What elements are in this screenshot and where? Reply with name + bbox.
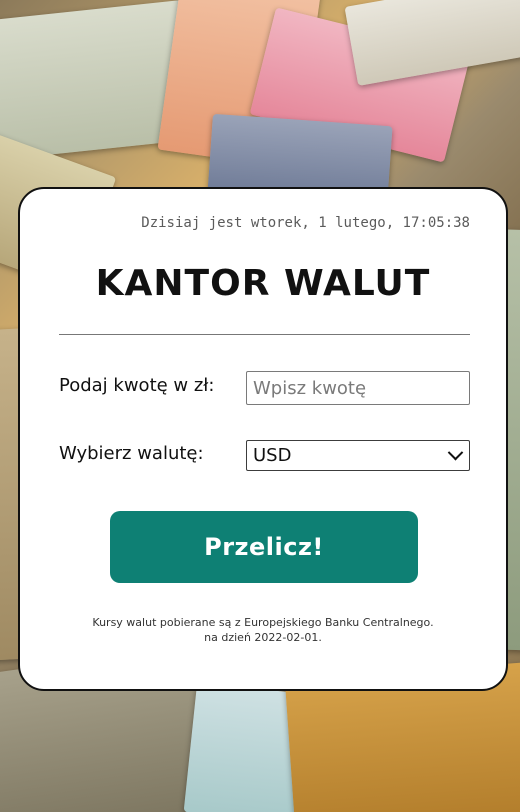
- rates-source-note: Kursy walut pobierane są z Europejskiego…: [20, 615, 506, 645]
- amount-label: Podaj kwotę w zł:: [59, 375, 215, 396]
- currency-selected-value: USD: [253, 445, 292, 466]
- rates-date-line: na dzień 2022-02-01.: [204, 631, 322, 644]
- converter-card: Dzisiaj jest wtorek, 1 lutego, 17:05:38 …: [18, 187, 508, 691]
- currency-label: Wybierz walutę:: [59, 443, 204, 464]
- rates-source-line: Kursy walut pobierane są z Europejskiego…: [92, 616, 434, 629]
- current-datetime: Dzisiaj jest wtorek, 1 lutego, 17:05:38: [141, 215, 470, 231]
- amount-input[interactable]: [246, 371, 470, 405]
- currency-select[interactable]: USD: [246, 440, 470, 471]
- convert-button[interactable]: Przelicz!: [110, 511, 418, 583]
- title-divider: [59, 334, 470, 335]
- page-title: KANTOR WALUT: [95, 263, 431, 304]
- chevron-down-icon: [447, 444, 464, 461]
